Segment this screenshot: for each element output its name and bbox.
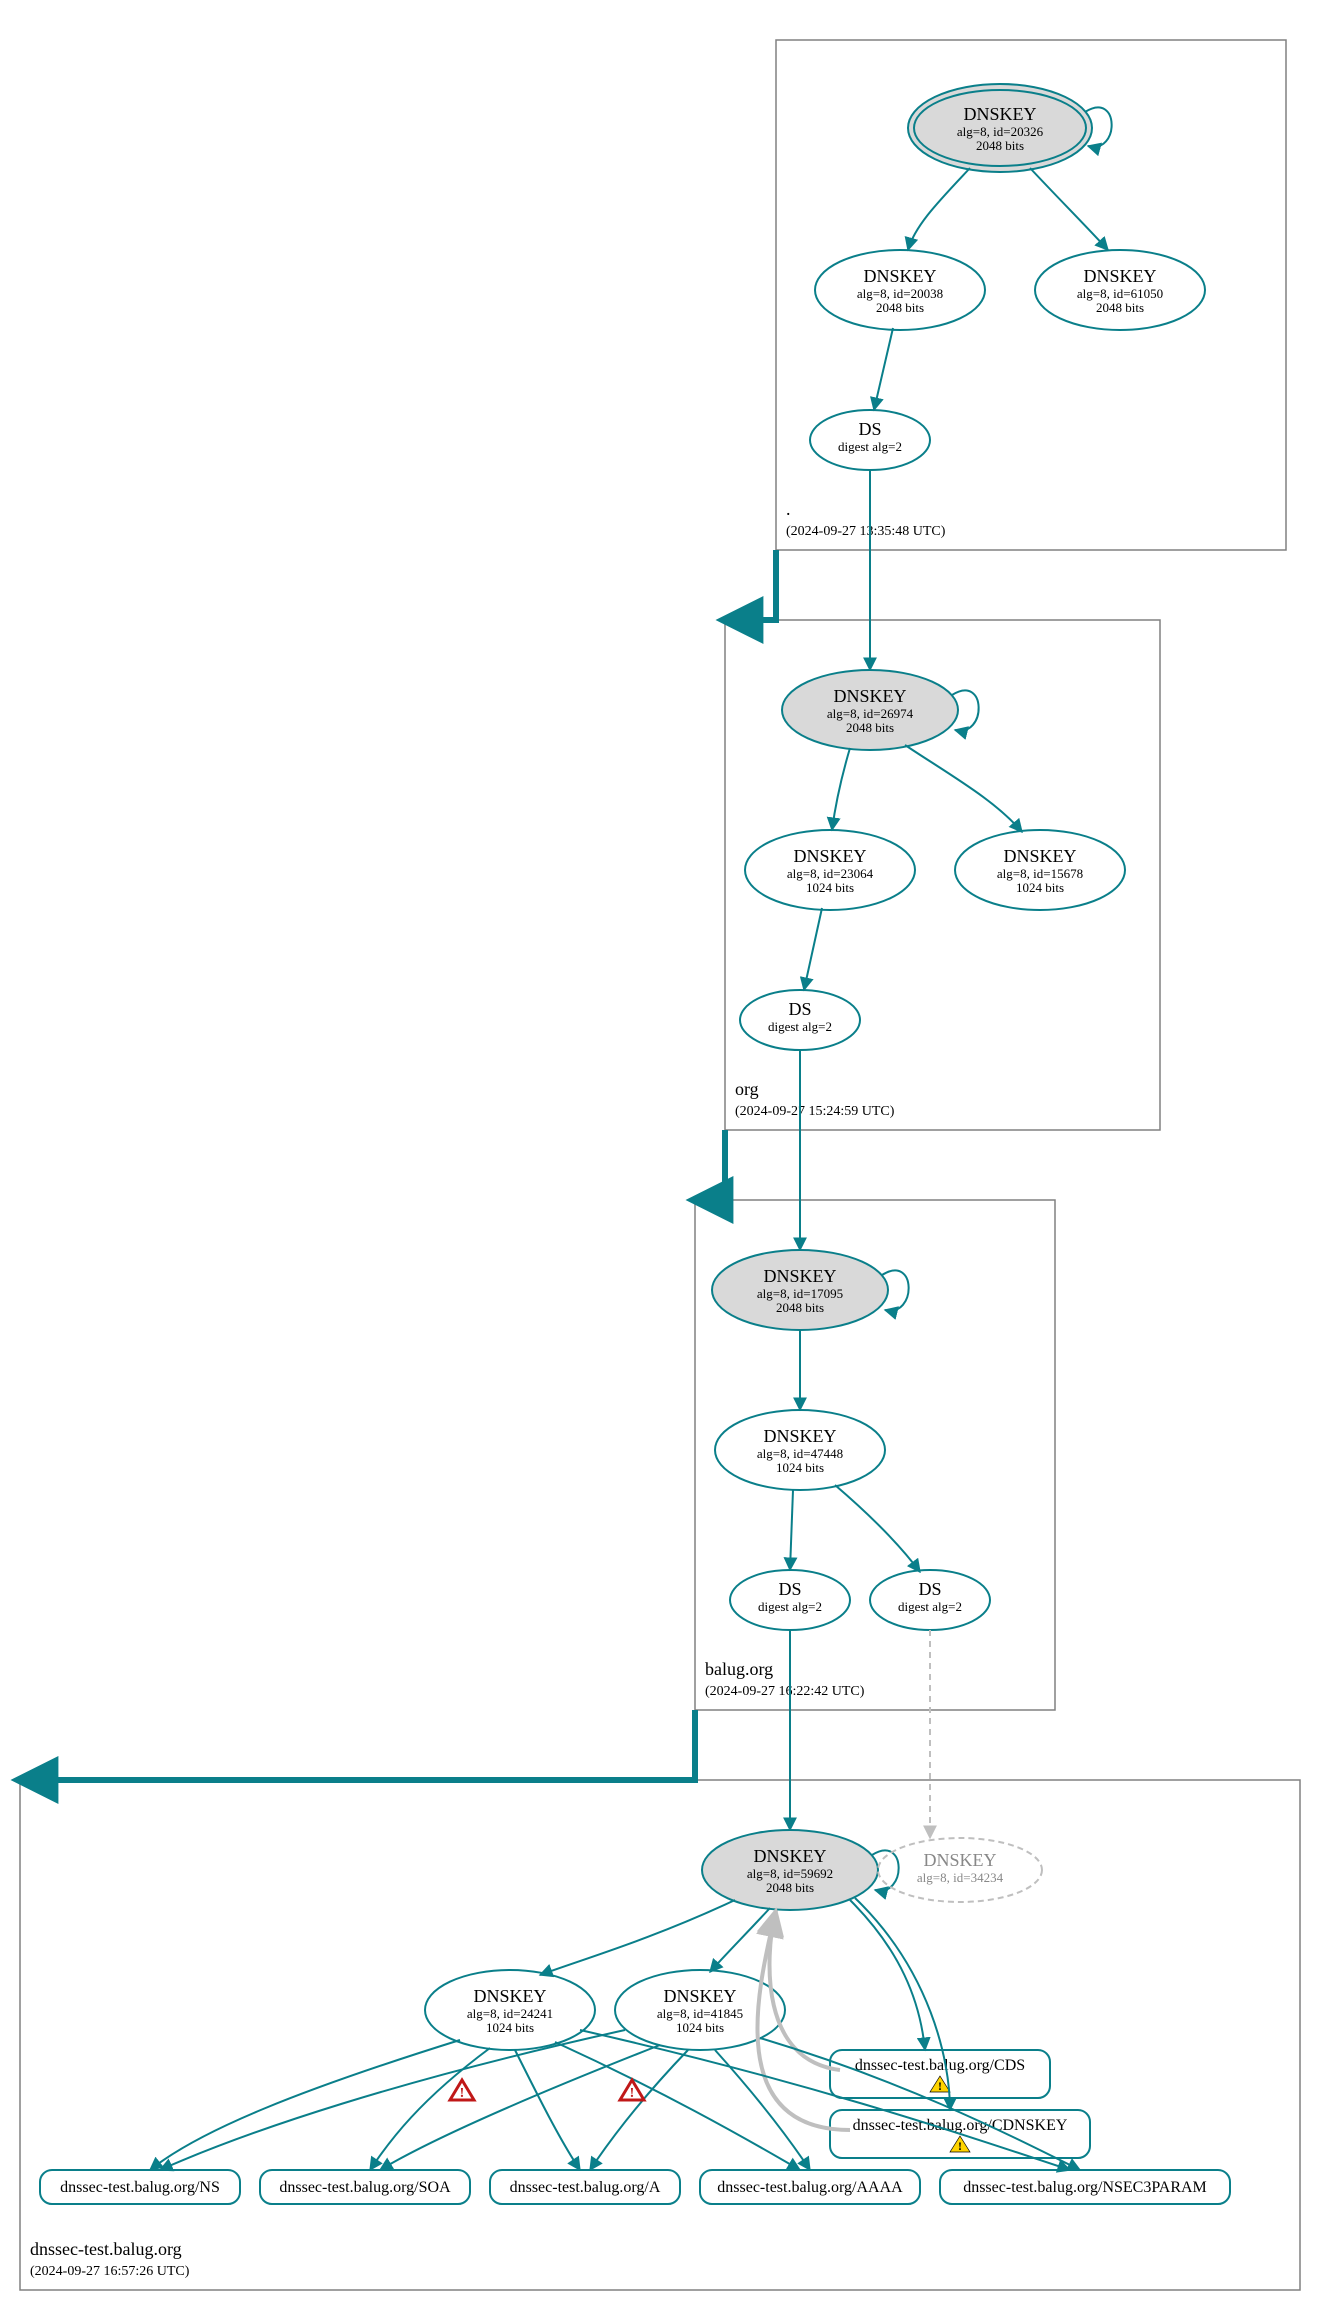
zone-root-name: . — [786, 499, 791, 519]
svg-text:DS: DS — [858, 419, 881, 439]
svg-text:DS: DS — [918, 1579, 941, 1599]
svg-text:!: ! — [460, 2086, 465, 2101]
svg-text:DNSKEY: DNSKEY — [833, 686, 906, 706]
svg-text:1024 bits: 1024 bits — [1016, 880, 1064, 895]
svg-text:alg=8, id=61050: alg=8, id=61050 — [1077, 286, 1163, 301]
svg-text:alg=8, id=15678: alg=8, id=15678 — [997, 866, 1083, 881]
svg-text:alg=8, id=17095: alg=8, id=17095 — [757, 1286, 843, 1301]
dnssec-ksk-node: DNSKEY alg=8, id=59692 2048 bits — [702, 1830, 878, 1910]
svg-text:DNSKEY: DNSKEY — [963, 104, 1036, 124]
svg-text:dnssec-test.balug.org/A: dnssec-test.balug.org/A — [510, 2179, 661, 2196]
svg-text:DNSKEY: DNSKEY — [923, 1850, 996, 1870]
svg-text:dnssec-test.balug.org/SOA: dnssec-test.balug.org/SOA — [279, 2179, 451, 2196]
svg-text:1024 bits: 1024 bits — [676, 2020, 724, 2035]
svg-text:2048 bits: 2048 bits — [1096, 300, 1144, 315]
svg-text:2048 bits: 2048 bits — [846, 720, 894, 735]
svg-text:2048 bits: 2048 bits — [976, 138, 1024, 153]
zone-org-time: (2024-09-27 15:24:59 UTC) — [735, 1104, 895, 1119]
svg-text:DNSKEY: DNSKEY — [863, 266, 936, 286]
root-zsk-20038-node: DNSKEY alg=8, id=20038 2048 bits — [815, 250, 985, 330]
zone-balug-time: (2024-09-27 16:22:42 UTC) — [705, 1684, 865, 1699]
org-zsk-23064-node: DNSKEY alg=8, id=23064 1024 bits — [745, 830, 915, 910]
root-ksk-node: DNSKEY alg=8, id=20326 2048 bits — [908, 84, 1092, 172]
root-ds-node: DS digest alg=2 — [810, 410, 930, 470]
svg-text:alg=8, id=20326: alg=8, id=20326 — [957, 124, 1044, 139]
svg-text:1024 bits: 1024 bits — [806, 880, 854, 895]
svg-text:alg=8, id=41845: alg=8, id=41845 — [657, 2006, 743, 2021]
org-ds-node: DS digest alg=2 — [740, 990, 860, 1050]
zone-dnssec-name: dnssec-test.balug.org — [30, 2239, 182, 2259]
rr-soa-node: dnssec-test.balug.org/SOA — [260, 2170, 470, 2204]
svg-text:1024 bits: 1024 bits — [776, 1460, 824, 1475]
svg-text:dnssec-test.balug.org/CDS: dnssec-test.balug.org/CDS — [855, 2057, 1025, 2074]
svg-text:!: ! — [958, 2139, 962, 2153]
root-zsk-61050-node: DNSKEY alg=8, id=61050 2048 bits — [1035, 250, 1205, 330]
svg-text:DS: DS — [788, 999, 811, 1019]
svg-text:DNSKEY: DNSKEY — [763, 1266, 836, 1286]
svg-text:alg=8, id=23064: alg=8, id=23064 — [787, 866, 874, 881]
svg-text:2048 bits: 2048 bits — [776, 1300, 824, 1315]
rr-nsec3param-node: dnssec-test.balug.org/NSEC3PARAM — [940, 2170, 1230, 2204]
zone-balug-name: balug.org — [705, 1659, 773, 1679]
svg-text:alg=8, id=34234: alg=8, id=34234 — [917, 1870, 1004, 1885]
svg-text:2048 bits: 2048 bits — [876, 300, 924, 315]
rr-ns-node: dnssec-test.balug.org/NS — [40, 2170, 240, 2204]
svg-text:DNSKEY: DNSKEY — [793, 846, 866, 866]
rr-aaaa-node: dnssec-test.balug.org/AAAA — [700, 2170, 920, 2204]
svg-text:dnssec-test.balug.org/CDNSKEY: dnssec-test.balug.org/CDNSKEY — [853, 2117, 1068, 2134]
svg-text:DNSKEY: DNSKEY — [763, 1426, 836, 1446]
rr-cds-node: dnssec-test.balug.org/CDS ! — [830, 2050, 1050, 2098]
svg-text:alg=8, id=24241: alg=8, id=24241 — [467, 2006, 553, 2021]
svg-text:!: ! — [938, 2079, 942, 2093]
dnssec-zsk-24241-node: DNSKEY alg=8, id=24241 1024 bits — [425, 1970, 595, 2050]
zone-dnssec-time: (2024-09-27 16:57:26 UTC) — [30, 2264, 190, 2279]
svg-text:dnssec-test.balug.org/NS: dnssec-test.balug.org/NS — [60, 2179, 220, 2196]
svg-text:1024 bits: 1024 bits — [486, 2020, 534, 2035]
svg-text:digest alg=2: digest alg=2 — [768, 1019, 832, 1034]
zone-root-time: (2024-09-27 13:35:48 UTC) — [786, 524, 946, 539]
svg-text:DNSKEY: DNSKEY — [1003, 846, 1076, 866]
svg-text:digest alg=2: digest alg=2 — [898, 1599, 962, 1614]
svg-text:DNSKEY: DNSKEY — [753, 1846, 826, 1866]
svg-text:DNSKEY: DNSKEY — [473, 1986, 546, 2006]
svg-text:digest alg=2: digest alg=2 — [838, 439, 902, 454]
svg-text:!: ! — [630, 2086, 635, 2101]
dnssec-ghost-key-node: DNSKEY alg=8, id=34234 — [878, 1838, 1042, 1902]
balug-zsk-node: DNSKEY alg=8, id=47448 1024 bits — [715, 1410, 885, 1490]
svg-text:dnssec-test.balug.org/NSEC3PAR: dnssec-test.balug.org/NSEC3PARAM — [963, 2179, 1207, 2196]
dnssec-chain-diagram: . (2024-09-27 13:35:48 UTC) org (2024-09… — [0, 0, 1321, 2309]
balug-ds2-node: DS digest alg=2 — [870, 1570, 990, 1630]
svg-text:DS: DS — [778, 1579, 801, 1599]
balug-ds1-node: DS digest alg=2 — [730, 1570, 850, 1630]
org-ksk-node: DNSKEY alg=8, id=26974 2048 bits — [782, 670, 958, 750]
balug-ksk-node: DNSKEY alg=8, id=17095 2048 bits — [712, 1250, 888, 1330]
svg-text:DNSKEY: DNSKEY — [1083, 266, 1156, 286]
svg-text:alg=8, id=26974: alg=8, id=26974 — [827, 706, 914, 721]
svg-text:alg=8, id=47448: alg=8, id=47448 — [757, 1446, 843, 1461]
rr-a-node: dnssec-test.balug.org/A — [490, 2170, 680, 2204]
svg-text:alg=8, id=59692: alg=8, id=59692 — [747, 1866, 833, 1881]
org-zsk-15678-node: DNSKEY alg=8, id=15678 1024 bits — [955, 830, 1125, 910]
svg-text:digest alg=2: digest alg=2 — [758, 1599, 822, 1614]
svg-text:dnssec-test.balug.org/AAAA: dnssec-test.balug.org/AAAA — [717, 2179, 903, 2196]
svg-text:alg=8, id=20038: alg=8, id=20038 — [857, 286, 943, 301]
svg-text:2048 bits: 2048 bits — [766, 1880, 814, 1895]
zone-org-name: org — [735, 1079, 759, 1099]
error-icon: ! — [450, 2080, 474, 2101]
svg-text:DNSKEY: DNSKEY — [663, 1986, 736, 2006]
